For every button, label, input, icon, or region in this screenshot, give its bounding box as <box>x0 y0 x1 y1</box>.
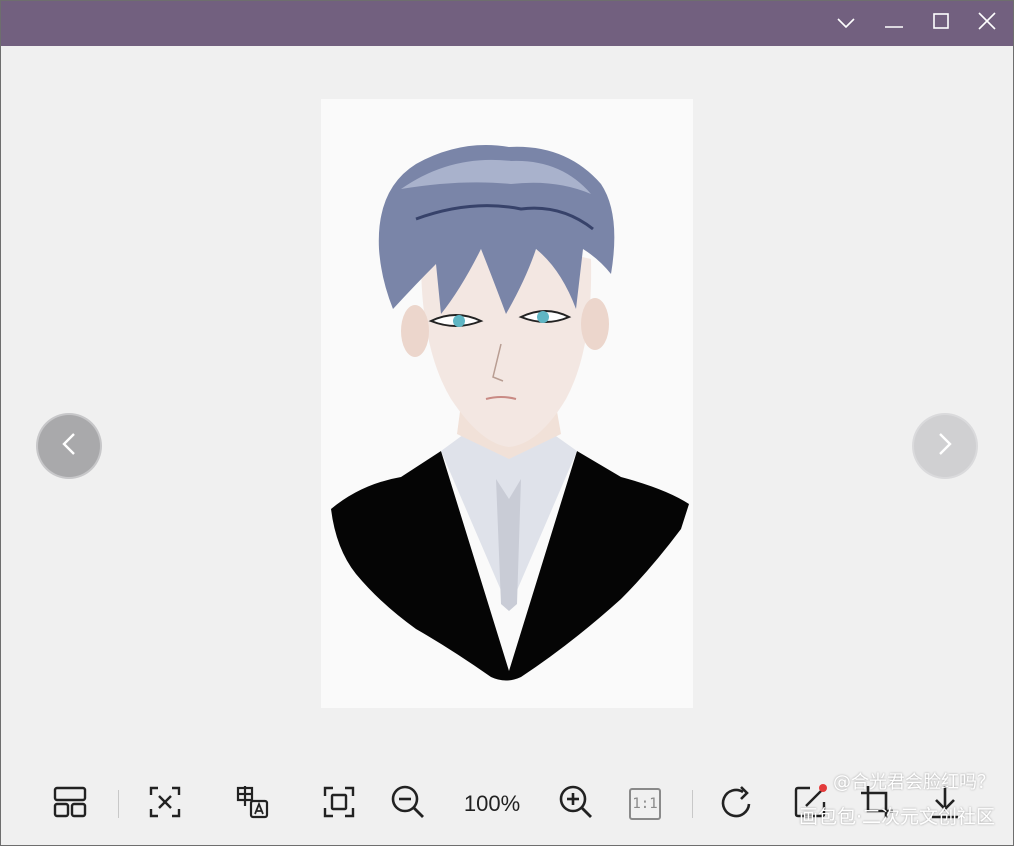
maximize-button[interactable] <box>918 1 964 46</box>
previous-image-button[interactable] <box>38 415 100 477</box>
image-viewer-area <box>1 46 1013 766</box>
minimize-icon <box>885 15 903 33</box>
ocr-text-icon <box>148 785 182 824</box>
zoom-in-button[interactable] <box>556 784 596 824</box>
watermark-site: 画包包·二次元文创社区 <box>798 806 995 828</box>
close-button[interactable] <box>964 1 1010 46</box>
image-viewer-window: 100% 1:1 @合光君会脸红吗？ 画包包·二次元文创社区 <box>0 0 1014 846</box>
title-bar[interactable] <box>1 1 1013 46</box>
translate-button[interactable] <box>232 784 272 824</box>
zoom-out-icon <box>390 784 426 825</box>
chevron-left-icon <box>62 432 76 461</box>
actual-size-label: 1:1 <box>632 796 658 812</box>
displayed-image[interactable] <box>321 99 693 708</box>
chevron-right-icon <box>938 432 952 461</box>
zoom-in-icon <box>558 784 594 825</box>
actual-size-button[interactable]: 1:1 <box>625 784 665 824</box>
rotate-button[interactable] <box>718 784 758 824</box>
thumbnails-button[interactable] <box>50 784 90 824</box>
dropdown-button[interactable] <box>823 1 869 46</box>
actual-size-icon: 1:1 <box>629 788 661 820</box>
zoom-out-button[interactable] <box>388 784 428 824</box>
maximize-icon <box>933 13 949 34</box>
thumbnails-icon <box>53 785 87 824</box>
toolbar-divider <box>692 790 693 818</box>
translate-icon <box>234 784 270 825</box>
toolbar-divider <box>118 790 119 818</box>
next-image-button[interactable] <box>914 415 976 477</box>
zoom-level-label: 100% <box>463 791 521 816</box>
ocr-text-button[interactable] <box>145 784 185 824</box>
fit-screen-button[interactable] <box>319 784 359 824</box>
minimize-button[interactable] <box>871 1 917 46</box>
fit-screen-icon <box>322 785 356 824</box>
anime-portrait-image <box>321 99 693 708</box>
watermark-author: @合光君会脸红吗？ <box>833 772 995 793</box>
close-icon <box>978 12 996 35</box>
chevron-down-icon <box>837 15 855 33</box>
rotate-icon <box>719 784 757 825</box>
